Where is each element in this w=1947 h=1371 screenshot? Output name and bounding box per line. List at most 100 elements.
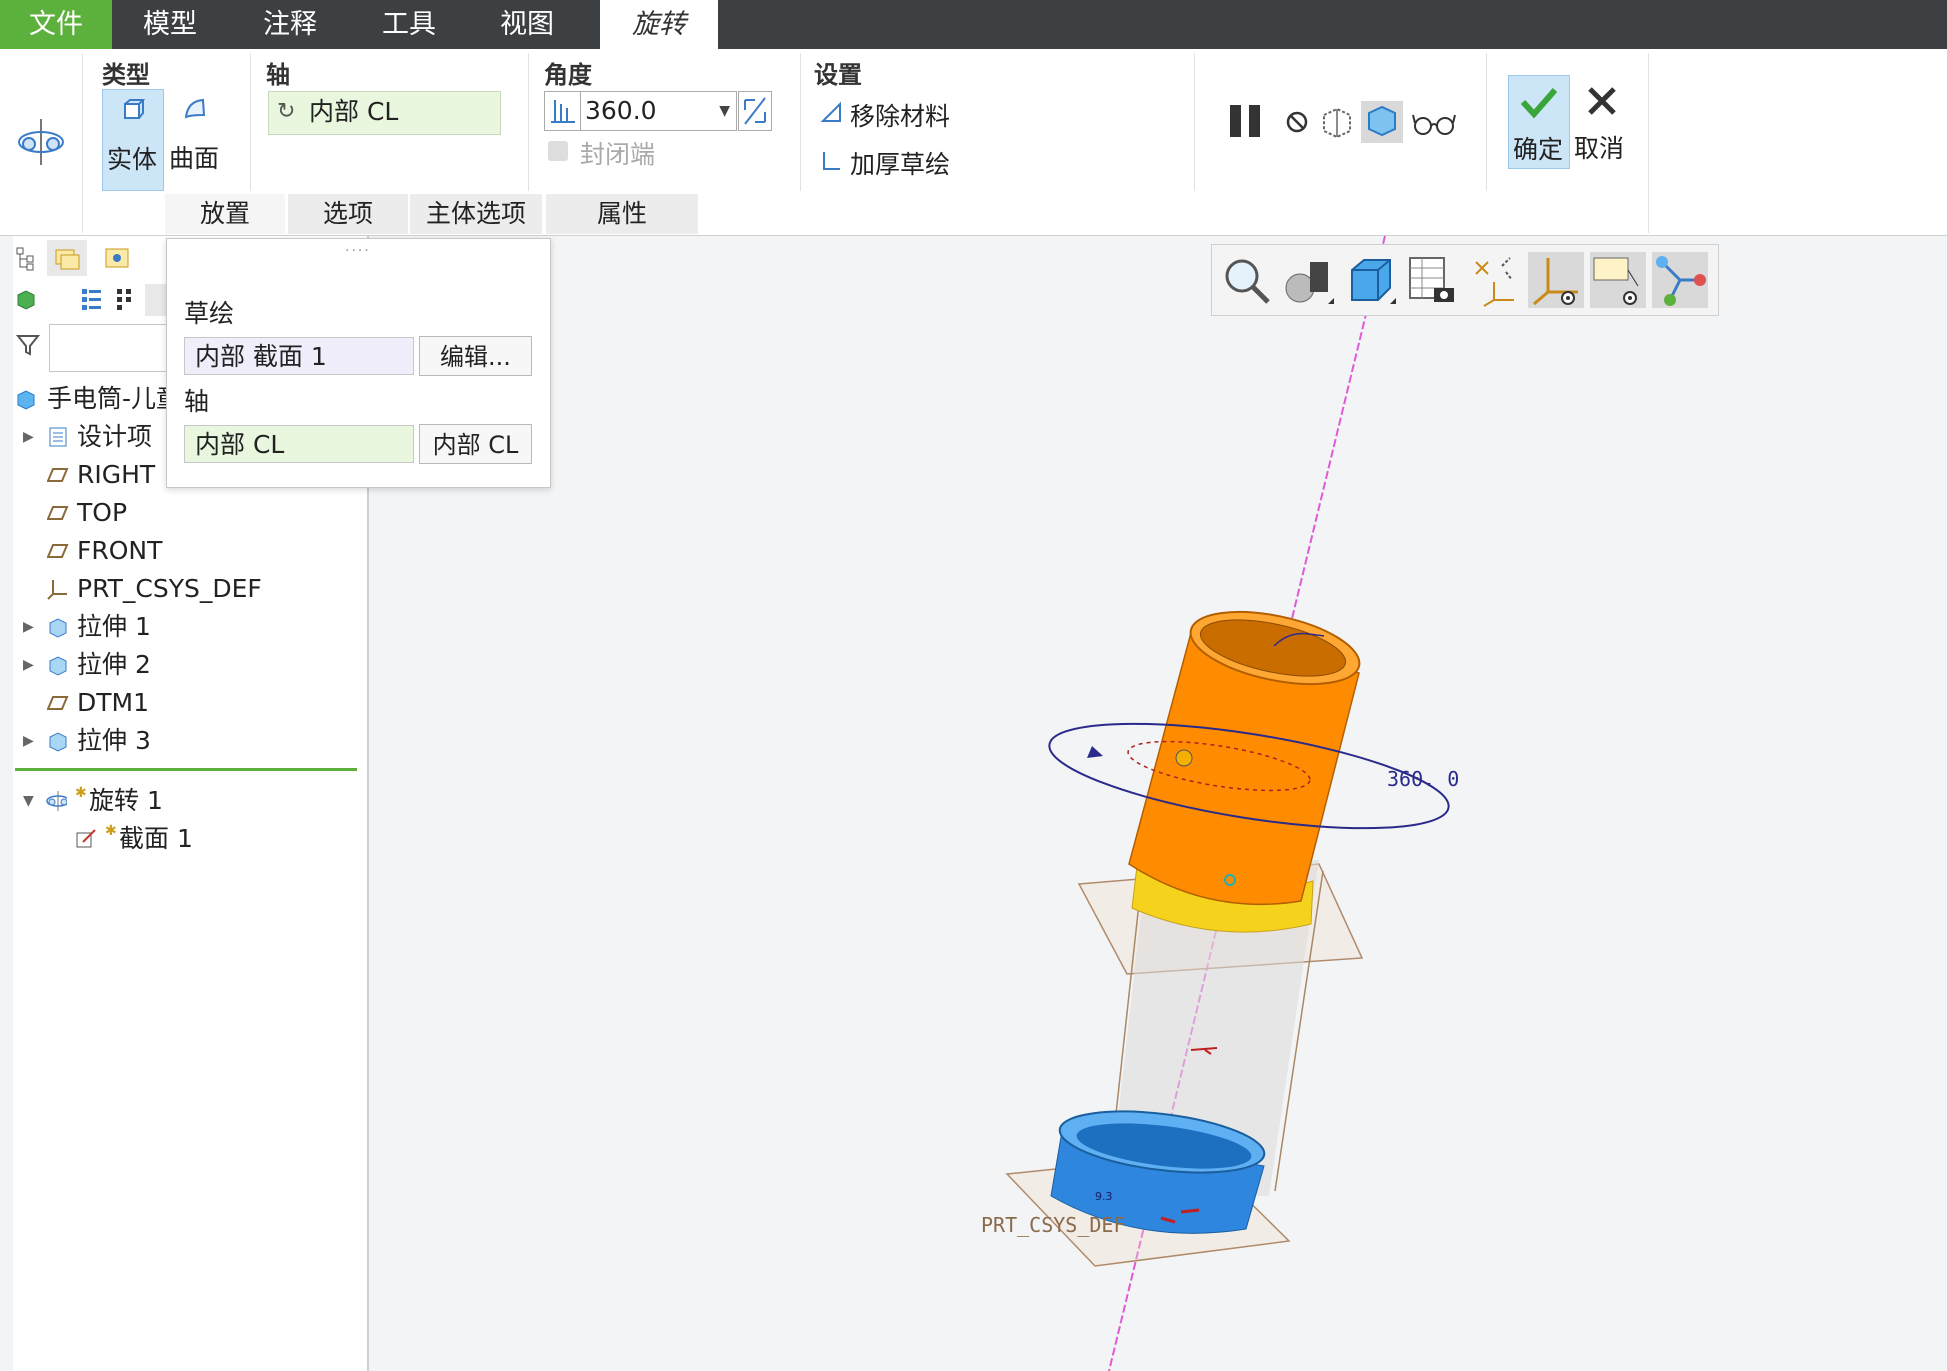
tab-body-options[interactable]: 主体选项 bbox=[410, 194, 542, 234]
favorites-tab-icon[interactable] bbox=[103, 244, 131, 272]
tree-item-dtm1[interactable]: DTM1 bbox=[13, 686, 367, 720]
model-tree-tab-icon[interactable] bbox=[15, 246, 37, 272]
angle-type-button[interactable] bbox=[544, 91, 582, 131]
tree-item-extrude-1[interactable]: ▶ 拉伸 1 bbox=[13, 610, 367, 644]
panel-grip-icon[interactable]: ···· bbox=[345, 243, 371, 259]
tree-item-revolve-1[interactable]: ▼ ✱ 旋转 1 bbox=[13, 784, 367, 818]
tree-item-label: RIGHT bbox=[77, 460, 156, 489]
edit-sketch-button[interactable]: 编辑... bbox=[419, 336, 532, 376]
cap-ends-label: 封闭端 bbox=[580, 140, 656, 169]
tree-item-front[interactable]: FRONT bbox=[13, 534, 367, 568]
solid-button[interactable]: 实体 bbox=[102, 89, 164, 191]
menu-annotate[interactable]: 注释 bbox=[244, 0, 336, 49]
sketch-collector[interactable]: 内部 截面 1 bbox=[184, 337, 414, 375]
glasses-icon[interactable] bbox=[1412, 111, 1456, 137]
solid-icon bbox=[124, 99, 145, 119]
ok-label: 确定 bbox=[1513, 135, 1564, 164]
menu-view[interactable]: 视图 bbox=[481, 0, 573, 49]
revolve-icon bbox=[46, 791, 67, 811]
settings-group-title: 设置 bbox=[814, 61, 862, 89]
placement-panel: ···· 草绘 内部 截面 1 编辑... 轴 内部 CL 内部 CL bbox=[166, 238, 551, 488]
solid-label: 实体 bbox=[107, 145, 158, 174]
insert-indicator[interactable] bbox=[15, 768, 357, 771]
separator bbox=[1486, 53, 1487, 191]
dashboard-tabs: 放置 选项 主体选项 属性 bbox=[0, 194, 1648, 234]
angle-variable-icon bbox=[551, 100, 575, 123]
separator bbox=[800, 53, 801, 191]
folder-browser-tab[interactable] bbox=[47, 240, 87, 276]
axis-label: 轴 bbox=[184, 387, 210, 416]
tab-properties[interactable]: 属性 bbox=[546, 194, 698, 234]
surface-icon bbox=[184, 98, 206, 119]
remove-material-icon bbox=[820, 101, 841, 122]
view-manager-icon[interactable] bbox=[1404, 252, 1460, 308]
annotation-display-button[interactable] bbox=[1590, 252, 1646, 308]
tab-options[interactable]: 选项 bbox=[288, 194, 408, 234]
collapse-arrow-icon[interactable]: ▼ bbox=[23, 784, 43, 818]
remove-material-toggle[interactable]: 移除材料 bbox=[818, 97, 1018, 131]
spin-center-icon bbox=[1656, 256, 1706, 306]
tree-item-label: 旋转 1 bbox=[89, 786, 163, 815]
filter-icon bbox=[15, 335, 41, 356]
no-preview-icon[interactable] bbox=[1284, 109, 1310, 135]
cancel-button[interactable]: 取消 bbox=[1572, 75, 1632, 167]
tab-placement[interactable]: 放置 bbox=[165, 194, 285, 234]
angle-value: 360.0 bbox=[585, 96, 657, 125]
angle-input[interactable]: 360.0 ▼ bbox=[580, 91, 737, 131]
annotation-display-icon bbox=[1593, 257, 1639, 305]
axis-collector[interactable]: ↻ 内部 CL bbox=[268, 91, 501, 135]
saved-orientations-icon[interactable] bbox=[1342, 252, 1398, 308]
tree-item-label: 设计项 bbox=[77, 422, 153, 451]
thicken-sketch-icon bbox=[823, 152, 840, 170]
thicken-sketch-label: 加厚草绘 bbox=[850, 150, 951, 179]
tree-item-top[interactable]: TOP bbox=[13, 496, 367, 530]
tree-item-extrude-3[interactable]: ▶ 拉伸 3 bbox=[13, 724, 367, 758]
datum-plane-icon bbox=[47, 696, 69, 710]
tree-item-section-1[interactable]: ✱ 截面 1 bbox=[13, 822, 367, 856]
geometry-preview-icon[interactable] bbox=[1320, 105, 1354, 139]
axis-collector-panel[interactable]: 内部 CL bbox=[184, 425, 414, 463]
zoom-icon[interactable] bbox=[1218, 252, 1274, 308]
tree-item-label: 拉伸 2 bbox=[77, 650, 151, 679]
show-icon[interactable] bbox=[115, 286, 135, 312]
display-style-icon[interactable] bbox=[1280, 252, 1336, 308]
datum-display-icon[interactable] bbox=[1466, 252, 1522, 308]
tree-item-label: 截面 1 bbox=[119, 824, 193, 853]
separator bbox=[1648, 53, 1649, 233]
menu-tools[interactable]: 工具 bbox=[363, 0, 455, 49]
flip-direction-button[interactable] bbox=[738, 91, 772, 131]
angle-dimension-label[interactable]: 360. 0 bbox=[1387, 767, 1459, 791]
surface-button[interactable]: 曲面 bbox=[165, 89, 225, 189]
spin-center-button[interactable] bbox=[1652, 252, 1708, 308]
menu-model[interactable]: 模型 bbox=[124, 0, 216, 49]
tree-item-csys[interactable]: PRT_CSYS_DEF bbox=[13, 572, 367, 606]
tree-item-extrude-2[interactable]: ▶ 拉伸 2 bbox=[13, 648, 367, 682]
feature-preview-button[interactable] bbox=[1361, 101, 1403, 143]
expand-arrow-icon[interactable]: ▶ bbox=[23, 648, 43, 682]
extrude-icon bbox=[49, 618, 67, 638]
tree-item-label: 拉伸 3 bbox=[77, 726, 151, 755]
csys-display-button[interactable] bbox=[1528, 252, 1584, 308]
tree-settings-icon[interactable] bbox=[79, 286, 105, 312]
axis-button[interactable]: 内部 CL bbox=[419, 424, 532, 464]
pause-icon[interactable] bbox=[1226, 101, 1266, 141]
cancel-label: 取消 bbox=[1574, 134, 1625, 163]
menu-revolve[interactable]: 旋转 bbox=[600, 0, 718, 49]
tree-item-label: TOP bbox=[77, 498, 128, 527]
surface-label: 曲面 bbox=[169, 144, 220, 173]
part-icon[interactable] bbox=[15, 288, 37, 310]
ok-button[interactable]: 确定 bbox=[1508, 75, 1570, 169]
tree-search-input[interactable] bbox=[49, 324, 181, 372]
graphics-window[interactable]: 360. 0 9.3 PRT_CSYS_DEF bbox=[369, 236, 1947, 1371]
expand-arrow-icon[interactable]: ▶ bbox=[23, 420, 43, 454]
new-feature-star-icon: ✱ bbox=[105, 823, 117, 839]
part-icon bbox=[17, 390, 35, 410]
drag-handle[interactable] bbox=[1175, 749, 1193, 767]
expand-arrow-icon[interactable]: ▶ bbox=[23, 724, 43, 758]
remove-material-label: 移除材料 bbox=[850, 102, 951, 131]
expand-arrow-icon[interactable]: ▶ bbox=[23, 610, 43, 644]
chevron-down-icon[interactable]: ▼ bbox=[719, 92, 730, 130]
menu-file[interactable]: 文件 bbox=[0, 0, 112, 49]
axis-rotation-icon: ↻ bbox=[277, 99, 296, 124]
thicken-sketch-toggle[interactable]: 加厚草绘 bbox=[818, 145, 1018, 179]
